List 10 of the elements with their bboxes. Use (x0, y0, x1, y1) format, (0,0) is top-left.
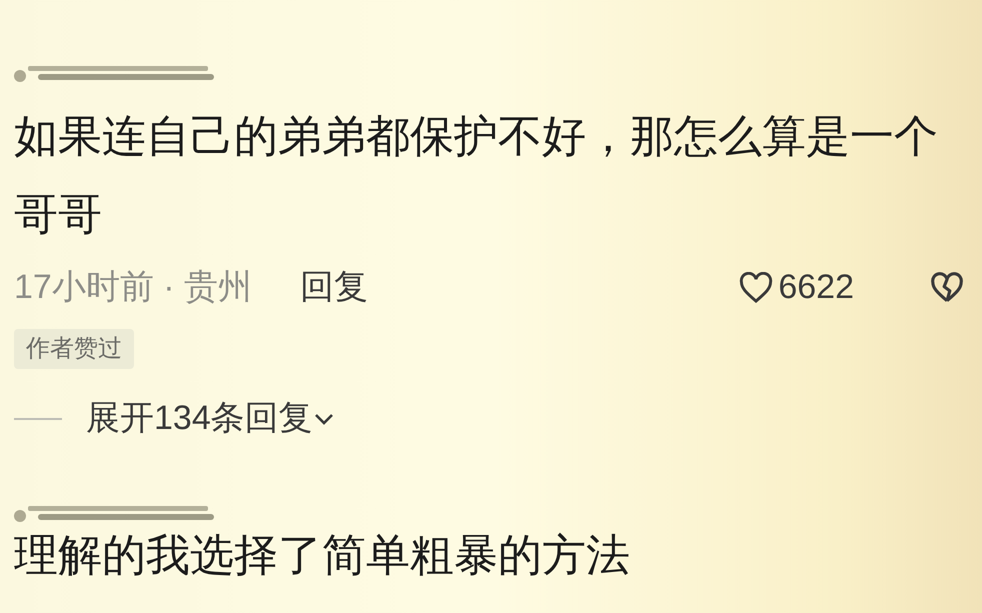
broken-heart-icon[interactable] (930, 272, 964, 304)
author-liked-badge: 作者赞过 (14, 329, 134, 369)
reply-link[interactable]: 回复 (300, 262, 368, 313)
comment-meta: 17小时前 · 贵州 (14, 267, 252, 308)
heart-icon[interactable] (738, 272, 774, 304)
expand-replies-link[interactable]: 展开134条回复 (86, 393, 335, 444)
comment-text: 理解的我选择了简单粗暴的方法 (14, 530, 631, 582)
chevron-down-icon (312, 412, 335, 426)
comment-text: 如果连自己的弟弟都保护不好，那怎么算是一个哥哥 (14, 111, 939, 241)
like-count: 6622 (778, 267, 854, 308)
